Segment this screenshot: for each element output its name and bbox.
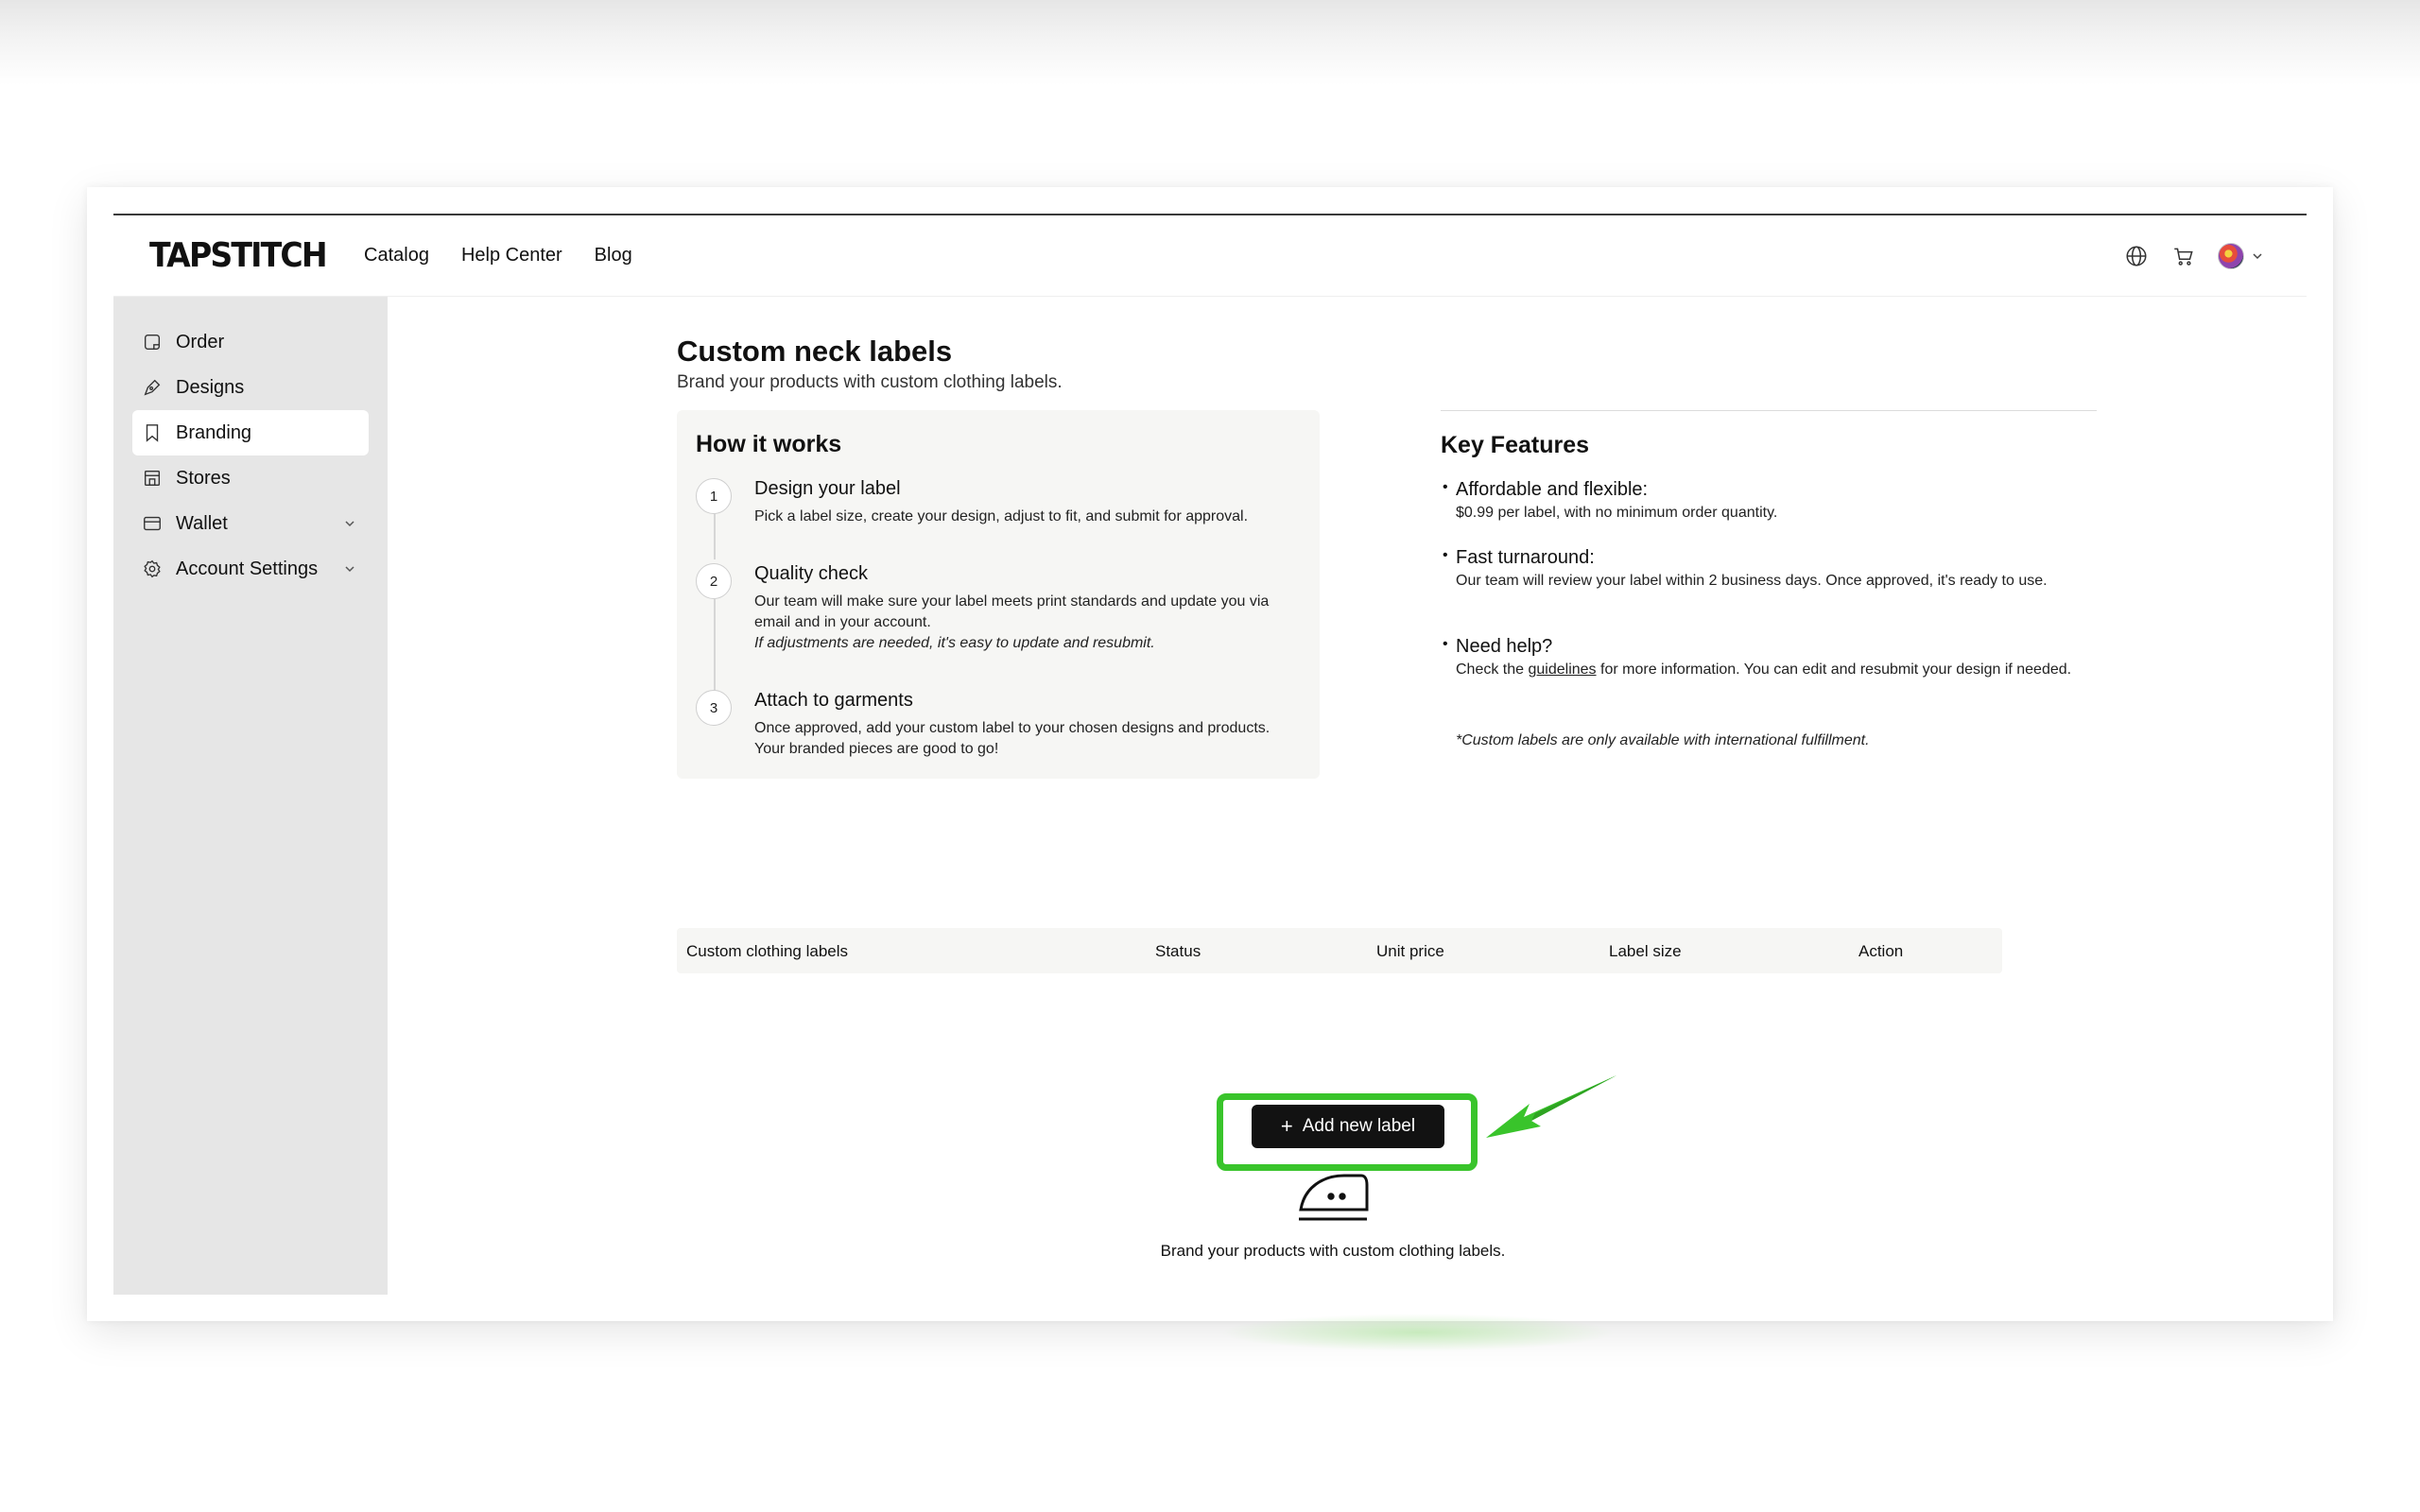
app-window: TAPSTITCH Catalog Help Center Blog Order… [87, 187, 2333, 1321]
step-connector [714, 514, 716, 559]
nav-actions [2123, 242, 2265, 269]
plus-icon: + [1280, 1114, 1293, 1138]
step-desc-text: Pick a label size, create your design, a… [754, 508, 1249, 524]
column-header-action: Action [1858, 942, 1904, 960]
arrow-icon [1486, 1075, 1616, 1138]
order-icon [142, 332, 163, 352]
sidebar-item-label: Wallet [176, 512, 228, 534]
wallet-icon [142, 513, 163, 534]
main-content: Custom neck labels Brand your products w… [388, 297, 2333, 1321]
sidebar: Order Designs Branding Stores Wallet Acc… [113, 297, 388, 1295]
sidebar-item-designs[interactable]: Designs [132, 365, 369, 410]
nav-link-blog[interactable]: Blog [595, 245, 632, 266]
glow-decoration [1219, 1314, 1616, 1351]
account-menu[interactable] [2218, 242, 2265, 269]
step-number: 1 [696, 478, 732, 514]
step-description: Pick a label size, create your design, a… [754, 507, 1303, 527]
column-header-unit-price: Unit price [1376, 942, 1444, 960]
feature-help: Need help? Check the guidelines for more… [1441, 636, 2097, 680]
sidebar-item-stores[interactable]: Stores [132, 455, 369, 501]
tapstitch-logo[interactable]: TAPSTITCH [149, 236, 328, 275]
how-it-works-title: How it works [696, 431, 842, 457]
feature-title: Affordable and flexible: [1441, 479, 2097, 501]
guidelines-link[interactable]: guidelines [1529, 662, 1597, 678]
chevron-down-icon[interactable] [342, 516, 357, 531]
store-icon [142, 468, 163, 489]
step-desc-text: Once approved, add your custom label to … [754, 720, 1270, 757]
sidebar-item-account-settings[interactable]: Account Settings [132, 546, 369, 592]
add-new-label-text: Add new label [1302, 1116, 1416, 1136]
page-subtitle: Brand your products with custom clothing… [677, 372, 1063, 392]
column-header-status: Status [1155, 942, 1201, 960]
column-header-labels: Custom clothing labels [686, 942, 849, 960]
step-number: 2 [696, 563, 732, 599]
avatar[interactable] [2218, 242, 2244, 269]
fulfillment-note: *Custom labels are only available with i… [1456, 732, 1870, 748]
pen-icon [142, 377, 163, 398]
bookmark-icon [142, 422, 163, 443]
step-title: Quality check [754, 563, 869, 584]
labels-table-header: Custom clothing labels Status Unit price… [677, 928, 2002, 973]
step-title: Attach to garments [754, 690, 913, 711]
key-features: Key Features Affordable and flexible: $0… [1441, 410, 2097, 748]
feature-description: $0.99 per label, with no minimum order q… [1456, 505, 1778, 521]
empty-state-text: Brand your products with custom clothing… [1160, 1242, 1506, 1260]
globe-icon[interactable] [2123, 243, 2150, 269]
add-new-label-button[interactable]: + Add new label [1252, 1105, 1444, 1148]
top-navigation: TAPSTITCH Catalog Help Center Blog [113, 215, 2307, 297]
feature-turnaround: Fast turnaround: Our team will review yo… [1441, 547, 2097, 592]
nav-link-help-center[interactable]: Help Center [461, 245, 562, 266]
step-number: 3 [696, 690, 732, 726]
nav-link-catalog[interactable]: Catalog [364, 245, 429, 266]
sidebar-item-label: Account Settings [176, 558, 319, 579]
feature-description: Our team will review your label within 2… [1456, 573, 2048, 589]
feature-desc-before: Check the [1456, 662, 1525, 678]
sidebar-item-label: Order [176, 331, 225, 352]
chevron-down-icon [2253, 252, 2262, 259]
column-header-label-size: Label size [1609, 942, 1682, 960]
feature-description: Check the guidelines for more informatio… [1441, 660, 2097, 680]
nav-links: Catalog Help Center Blog [364, 245, 665, 266]
feature-affordable: Affordable and flexible: $0.99 per label… [1441, 479, 2097, 524]
sidebar-item-label: Designs [176, 376, 245, 398]
sidebar-item-order[interactable]: Order [132, 319, 369, 365]
feature-title: Fast turnaround: [1441, 547, 2097, 569]
sidebar-item-branding[interactable]: Branding [132, 410, 369, 455]
sidebar-item-wallet[interactable]: Wallet [132, 501, 369, 546]
step-description: Our team will make sure your label meets… [754, 592, 1303, 654]
cart-icon[interactable] [2170, 243, 2197, 269]
sidebar-item-label: Stores [176, 467, 231, 489]
empty-state: Brand your products with custom clothing… [1134, 1166, 1531, 1261]
step-desc-text: Our team will make sure your label meets… [754, 593, 1270, 630]
chevron-down-icon[interactable] [342, 561, 357, 576]
feature-desc-after: for more information. You can edit and r… [1600, 662, 2072, 678]
step-description: Once approved, add your custom label to … [754, 718, 1303, 760]
iron-icon [1299, 1174, 1369, 1221]
page-title: Custom neck labels [677, 335, 953, 368]
gear-icon [142, 558, 163, 579]
feature-title: Need help? [1441, 636, 2097, 658]
key-features-title: Key Features [1441, 432, 1590, 458]
how-it-works-card: How it works 1 Design your label Pick a … [677, 410, 1320, 779]
step-title: Design your label [754, 478, 901, 499]
step-note: If adjustments are needed, it's easy to … [754, 635, 1155, 651]
sidebar-item-label: Branding [176, 421, 252, 443]
